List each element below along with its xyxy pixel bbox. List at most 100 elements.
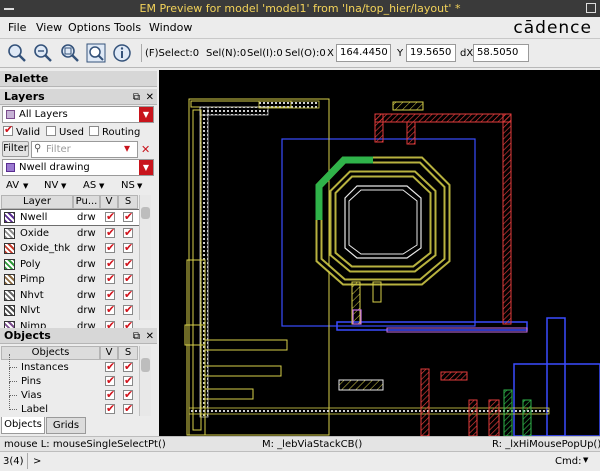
object-row[interactable]: Pins ✔ ✔ — [1, 368, 139, 389]
object-row[interactable]: Instances ✔ ✔ — [1, 354, 139, 375]
menu-view[interactable]: View — [36, 21, 62, 34]
chevron-down-icon[interactable]: ▼ — [139, 107, 153, 122]
tab-av[interactable]: AV — [6, 180, 19, 191]
zoom-fit-icon[interactable] — [59, 42, 81, 64]
object-selectable-checkbox[interactable]: ✔ — [123, 388, 133, 401]
layer-row[interactable]: Nhvt drw ✔ ✔ — [1, 288, 139, 303]
menu-window[interactable]: Window — [149, 21, 192, 34]
chevron-down-icon[interactable]: ▼ — [137, 182, 142, 190]
object-row[interactable]: Vias ✔ ✔ — [1, 382, 139, 403]
object-visible-checkbox[interactable]: ✔ — [105, 374, 115, 387]
layer-visible-checkbox[interactable]: ✔ — [105, 303, 115, 316]
maximize-icon[interactable] — [586, 3, 596, 13]
object-selectable-checkbox[interactable]: ✔ — [123, 402, 133, 415]
seli-count: Sel(I):0 — [247, 48, 283, 59]
column-header-v[interactable]: V — [100, 195, 118, 209]
routing-box[interactable] — [89, 126, 99, 136]
chevron-down-icon[interactable]: ▼ — [583, 456, 588, 464]
routing-checkbox[interactable]: Routing — [89, 126, 140, 139]
layer-filter-combo[interactable]: All Layers ▼ — [2, 106, 154, 123]
chevron-down-icon[interactable]: ▼ — [23, 182, 28, 190]
object-selectable-checkbox[interactable]: ✔ — [123, 360, 133, 373]
layer-visible-checkbox[interactable]: ✔ — [105, 288, 115, 301]
tab-nv[interactable]: NV — [44, 180, 58, 191]
toolbar-separator — [141, 44, 142, 62]
dx-field[interactable]: 58.5050 — [473, 44, 529, 62]
tab-grids[interactable]: Grids — [46, 417, 86, 434]
current-layer-value: Nwell drawing — [19, 162, 90, 173]
layer-row[interactable]: Nwell drw ✔ ✔ — [0, 209, 140, 226]
layer-visible-checkbox[interactable]: ✔ — [105, 226, 115, 239]
float-panel-icon[interactable]: ⧉ — [133, 90, 140, 106]
object-selectable-checkbox[interactable]: ✔ — [123, 374, 133, 387]
zoom-out-icon[interactable] — [32, 42, 54, 64]
layer-name: Nwell — [20, 212, 48, 223]
layer-selectable-checkbox[interactable]: ✔ — [123, 226, 133, 239]
used-label: Used — [59, 127, 85, 138]
object-name: Instances — [21, 362, 69, 373]
layer-name: Oxide — [20, 227, 50, 239]
valid-checkbox[interactable]: ✔ Valid — [3, 124, 41, 139]
layer-filter-value: All Layers — [19, 109, 68, 120]
menu-file[interactable]: File — [8, 21, 26, 34]
valid-label: Valid — [16, 127, 41, 138]
column-header-s[interactable]: S — [118, 195, 138, 209]
filter-button[interactable]: Filter — [2, 141, 29, 157]
chevron-down-icon[interactable]: ▼ — [139, 160, 153, 175]
zoom-in-icon[interactable] — [6, 42, 28, 64]
minimize-icon[interactable] — [4, 2, 14, 10]
layer-visible-checkbox[interactable]: ✔ — [105, 272, 115, 285]
float-panel-icon[interactable]: ⧉ — [133, 329, 140, 345]
layer-purpose: drw — [77, 289, 96, 301]
close-panel-icon[interactable]: ✕ — [146, 329, 154, 345]
layer-row[interactable]: Poly drw ✔ ✔ — [1, 257, 139, 272]
column-header-purpose[interactable]: Pu... — [73, 195, 100, 209]
object-row[interactable]: Label ✔ ✔ — [1, 396, 139, 417]
used-box[interactable] — [46, 126, 56, 136]
layer-selectable-checkbox[interactable]: ✔ — [123, 241, 133, 254]
layer-selectable-checkbox[interactable]: ✔ — [123, 210, 133, 223]
layer-swatch-icon — [4, 258, 15, 270]
layer-row[interactable]: Pimp drw ✔ ✔ — [1, 272, 139, 287]
clear-filter-icon[interactable]: ✕ — [141, 143, 150, 156]
layer-row[interactable]: Nlvt drw ✔ ✔ — [1, 303, 139, 318]
layer-selectable-checkbox[interactable]: ✔ — [123, 272, 133, 285]
layer-visible-checkbox[interactable]: ✔ — [105, 241, 115, 254]
filter-input[interactable]: ⚲ Filter — [31, 141, 138, 158]
layout-canvas[interactable] — [159, 70, 600, 436]
object-visible-checkbox[interactable]: ✔ — [105, 402, 115, 415]
scroll-thumb[interactable] — [141, 358, 150, 372]
zoom-box-icon[interactable] — [85, 42, 107, 64]
x-coordinate-field[interactable]: 164.4450 — [336, 44, 391, 62]
layer-visible-checkbox[interactable]: ✔ — [105, 257, 115, 270]
menu-tools[interactable]: Tools — [114, 21, 141, 34]
layer-selectable-checkbox[interactable]: ✔ — [123, 288, 133, 301]
chevron-down-icon[interactable]: ▼ — [99, 182, 104, 190]
column-header-v[interactable]: V — [100, 346, 118, 360]
tab-objects[interactable]: Objects — [1, 417, 45, 434]
used-checkbox[interactable]: Used — [46, 126, 84, 139]
tab-ns[interactable]: NS — [121, 180, 135, 191]
tree-connector — [9, 354, 17, 368]
current-layer-combo[interactable]: Nwell drawing ▼ — [2, 159, 154, 176]
object-visible-checkbox[interactable]: ✔ — [105, 360, 115, 373]
filter-options-icon[interactable]: ▾ — [124, 141, 130, 155]
layer-row[interactable]: Oxide_thk drw ✔ ✔ — [1, 241, 139, 256]
valid-box[interactable]: ✔ — [3, 124, 13, 136]
layer-scrollbar[interactable] — [139, 195, 151, 320]
y-coordinate-field[interactable]: 19.5650 — [406, 44, 456, 62]
info-icon[interactable] — [111, 42, 133, 64]
layer-selectable-checkbox[interactable]: ✔ — [123, 257, 133, 270]
layer-row[interactable]: Oxide drw ✔ ✔ — [1, 226, 139, 241]
object-visible-checkbox[interactable]: ✔ — [105, 388, 115, 401]
layer-visible-checkbox[interactable]: ✔ — [105, 210, 115, 223]
tab-as[interactable]: AS — [83, 180, 96, 191]
scroll-thumb[interactable] — [141, 207, 150, 219]
layer-selectable-checkbox[interactable]: ✔ — [123, 303, 133, 316]
column-header-layer[interactable]: Layer — [1, 195, 73, 209]
chevron-down-icon[interactable]: ▼ — [61, 182, 66, 190]
column-header-s[interactable]: S — [118, 346, 138, 360]
menu-options[interactable]: Options — [68, 21, 110, 34]
objects-scrollbar[interactable] — [139, 346, 151, 416]
close-panel-icon[interactable]: ✕ — [146, 90, 154, 106]
